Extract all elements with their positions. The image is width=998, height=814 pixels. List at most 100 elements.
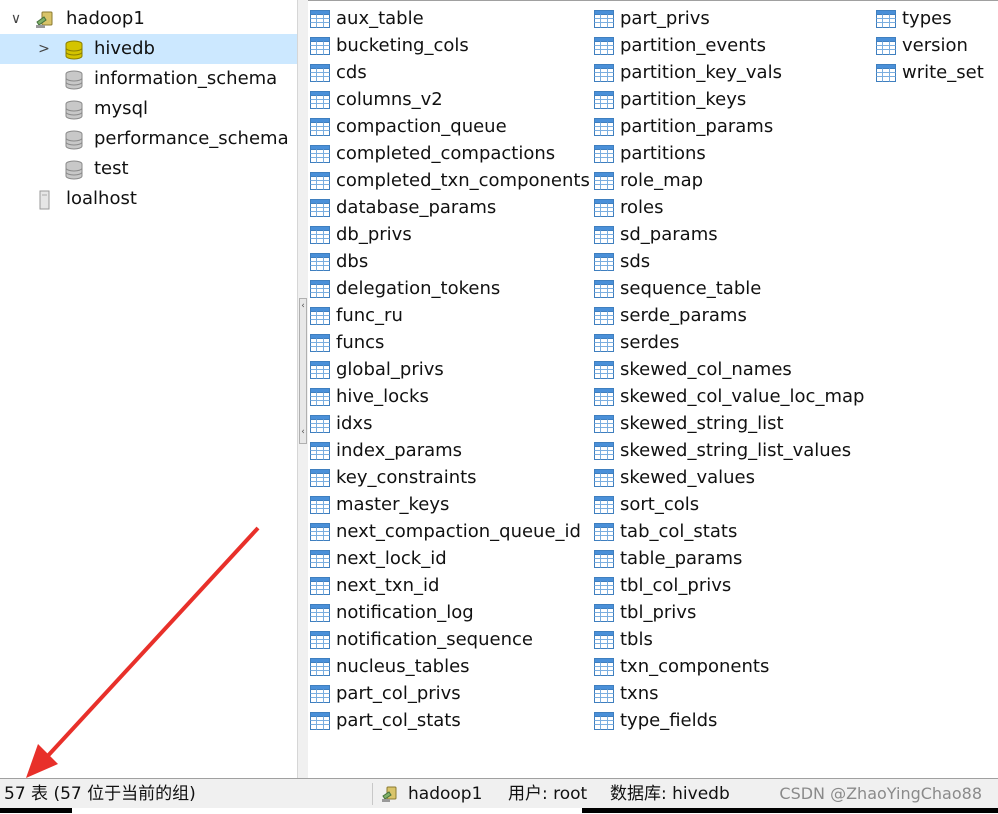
table-item[interactable]: partition_keys: [592, 86, 864, 113]
table-name: notification_log: [336, 602, 474, 623]
chevron-right-icon[interactable]: >: [36, 34, 52, 64]
table-item[interactable]: types: [874, 5, 984, 32]
table-item[interactable]: completed_txn_components: [308, 167, 590, 194]
tree-item-hadoop1[interactable]: ∨ hadoop1: [0, 4, 297, 34]
table-column-2: part_privs partition_events partition_key_…: [592, 5, 864, 734]
table-item[interactable]: skewed_col_names: [592, 356, 864, 383]
table-item[interactable]: part_privs: [592, 5, 864, 32]
table-item[interactable]: cds: [308, 59, 590, 86]
table-item[interactable]: serde_params: [592, 302, 864, 329]
table-item[interactable]: version: [874, 32, 984, 59]
table-item[interactable]: hive_locks: [308, 383, 590, 410]
table-item[interactable]: db_privs: [308, 221, 590, 248]
table-name: partitions: [620, 143, 706, 164]
table-item[interactable]: delegation_tokens: [308, 275, 590, 302]
table-item[interactable]: key_constraints: [308, 464, 590, 491]
table-item[interactable]: skewed_string_list_values: [592, 437, 864, 464]
table-name: skewed_string_list: [620, 413, 784, 434]
table-name: idxs: [336, 413, 373, 434]
table-item[interactable]: part_col_stats: [308, 707, 590, 734]
table-item[interactable]: partition_key_vals: [592, 59, 864, 86]
table-item[interactable]: next_compaction_queue_id: [308, 518, 590, 545]
chevron-down-icon[interactable]: ∨: [8, 4, 24, 34]
table-icon: [310, 414, 330, 433]
table-item[interactable]: tbl_privs: [592, 599, 864, 626]
table-icon: [594, 360, 614, 379]
watermark-text: CSDN @ZhaoYingChao88: [779, 784, 982, 803]
table-item[interactable]: idxs: [308, 410, 590, 437]
table-name: aux_table: [336, 8, 424, 29]
table-name: next_compaction_queue_id: [336, 521, 581, 542]
table-icon: [594, 387, 614, 406]
table-item[interactable]: serdes: [592, 329, 864, 356]
table-item[interactable]: tab_col_stats: [592, 518, 864, 545]
table-item[interactable]: tbl_col_privs: [592, 572, 864, 599]
status-user: 用户: root: [508, 784, 588, 804]
table-item[interactable]: table_params: [592, 545, 864, 572]
table-item[interactable]: columns_v2: [308, 86, 590, 113]
table-name: db_privs: [336, 224, 412, 245]
table-item[interactable]: completed_compactions: [308, 140, 590, 167]
table-name: master_keys: [336, 494, 450, 515]
table-item[interactable]: role_map: [592, 167, 864, 194]
table-item[interactable]: compaction_queue: [308, 113, 590, 140]
table-item[interactable]: database_params: [308, 194, 590, 221]
table-icon: [310, 684, 330, 703]
table-item[interactable]: part_col_privs: [308, 680, 590, 707]
table-name: key_constraints: [336, 467, 477, 488]
table-item[interactable]: dbs: [308, 248, 590, 275]
tree-item-information-schema[interactable]: information_schema: [0, 64, 297, 94]
status-separator: [372, 783, 373, 805]
table-item[interactable]: partition_events: [592, 32, 864, 59]
table-item[interactable]: notification_log: [308, 599, 590, 626]
tree-item-label: performance_schema: [94, 128, 289, 149]
tree-item-mysql[interactable]: mysql: [0, 94, 297, 124]
table-item[interactable]: partitions: [592, 140, 864, 167]
table-item[interactable]: sequence_table: [592, 275, 864, 302]
table-item[interactable]: txns: [592, 680, 864, 707]
table-item[interactable]: type_fields: [592, 707, 864, 734]
table-item[interactable]: funcs: [308, 329, 590, 356]
table-item[interactable]: next_txn_id: [308, 572, 590, 599]
table-item[interactable]: skewed_string_list: [592, 410, 864, 437]
tree-item-loalhost[interactable]: loalhost: [0, 184, 297, 214]
table-item[interactable]: tbls: [592, 626, 864, 653]
collapse-left-icon-bottom[interactable]: ‹: [300, 427, 306, 437]
table-item[interactable]: nucleus_tables: [308, 653, 590, 680]
table-item[interactable]: roles: [592, 194, 864, 221]
table-name: index_params: [336, 440, 463, 461]
table-icon: [310, 441, 330, 460]
table-item[interactable]: partition_params: [592, 113, 864, 140]
tree-item-test[interactable]: test: [0, 154, 297, 184]
table-item[interactable]: notification_sequence: [308, 626, 590, 653]
table-item[interactable]: global_privs: [308, 356, 590, 383]
table-icon: [310, 198, 330, 217]
table-item[interactable]: sd_params: [592, 221, 864, 248]
table-item[interactable]: sds: [592, 248, 864, 275]
table-item[interactable]: next_lock_id: [308, 545, 590, 572]
table-item[interactable]: index_params: [308, 437, 590, 464]
bottom-edge: [0, 808, 998, 813]
table-icon: [594, 711, 614, 730]
tree-item-hivedb[interactable]: > hivedb: [0, 34, 297, 64]
table-item[interactable]: write_set: [874, 59, 984, 86]
tree-item-performance-schema[interactable]: performance_schema: [0, 124, 297, 154]
table-name: hive_locks: [336, 386, 429, 407]
table-item[interactable]: txn_components: [592, 653, 864, 680]
connection-tree: ∨ hadoop1 > hivedb information_schema mysql pe…: [0, 0, 298, 778]
table-item[interactable]: skewed_values: [592, 464, 864, 491]
table-icon: [594, 522, 614, 541]
collapse-left-icon[interactable]: ‹: [300, 301, 306, 311]
table-icon: [594, 576, 614, 595]
table-item[interactable]: master_keys: [308, 491, 590, 518]
table-icon: [310, 711, 330, 730]
table-icon: [310, 117, 330, 136]
table-item[interactable]: skewed_col_value_loc_map: [592, 383, 864, 410]
table-icon: [594, 279, 614, 298]
table-item[interactable]: bucketing_cols: [308, 32, 590, 59]
table-item[interactable]: aux_table: [308, 5, 590, 32]
splitter-grip[interactable]: ‹ ‹: [299, 298, 307, 444]
table-item[interactable]: func_ru: [308, 302, 590, 329]
table-icon: [310, 657, 330, 676]
table-item[interactable]: sort_cols: [592, 491, 864, 518]
